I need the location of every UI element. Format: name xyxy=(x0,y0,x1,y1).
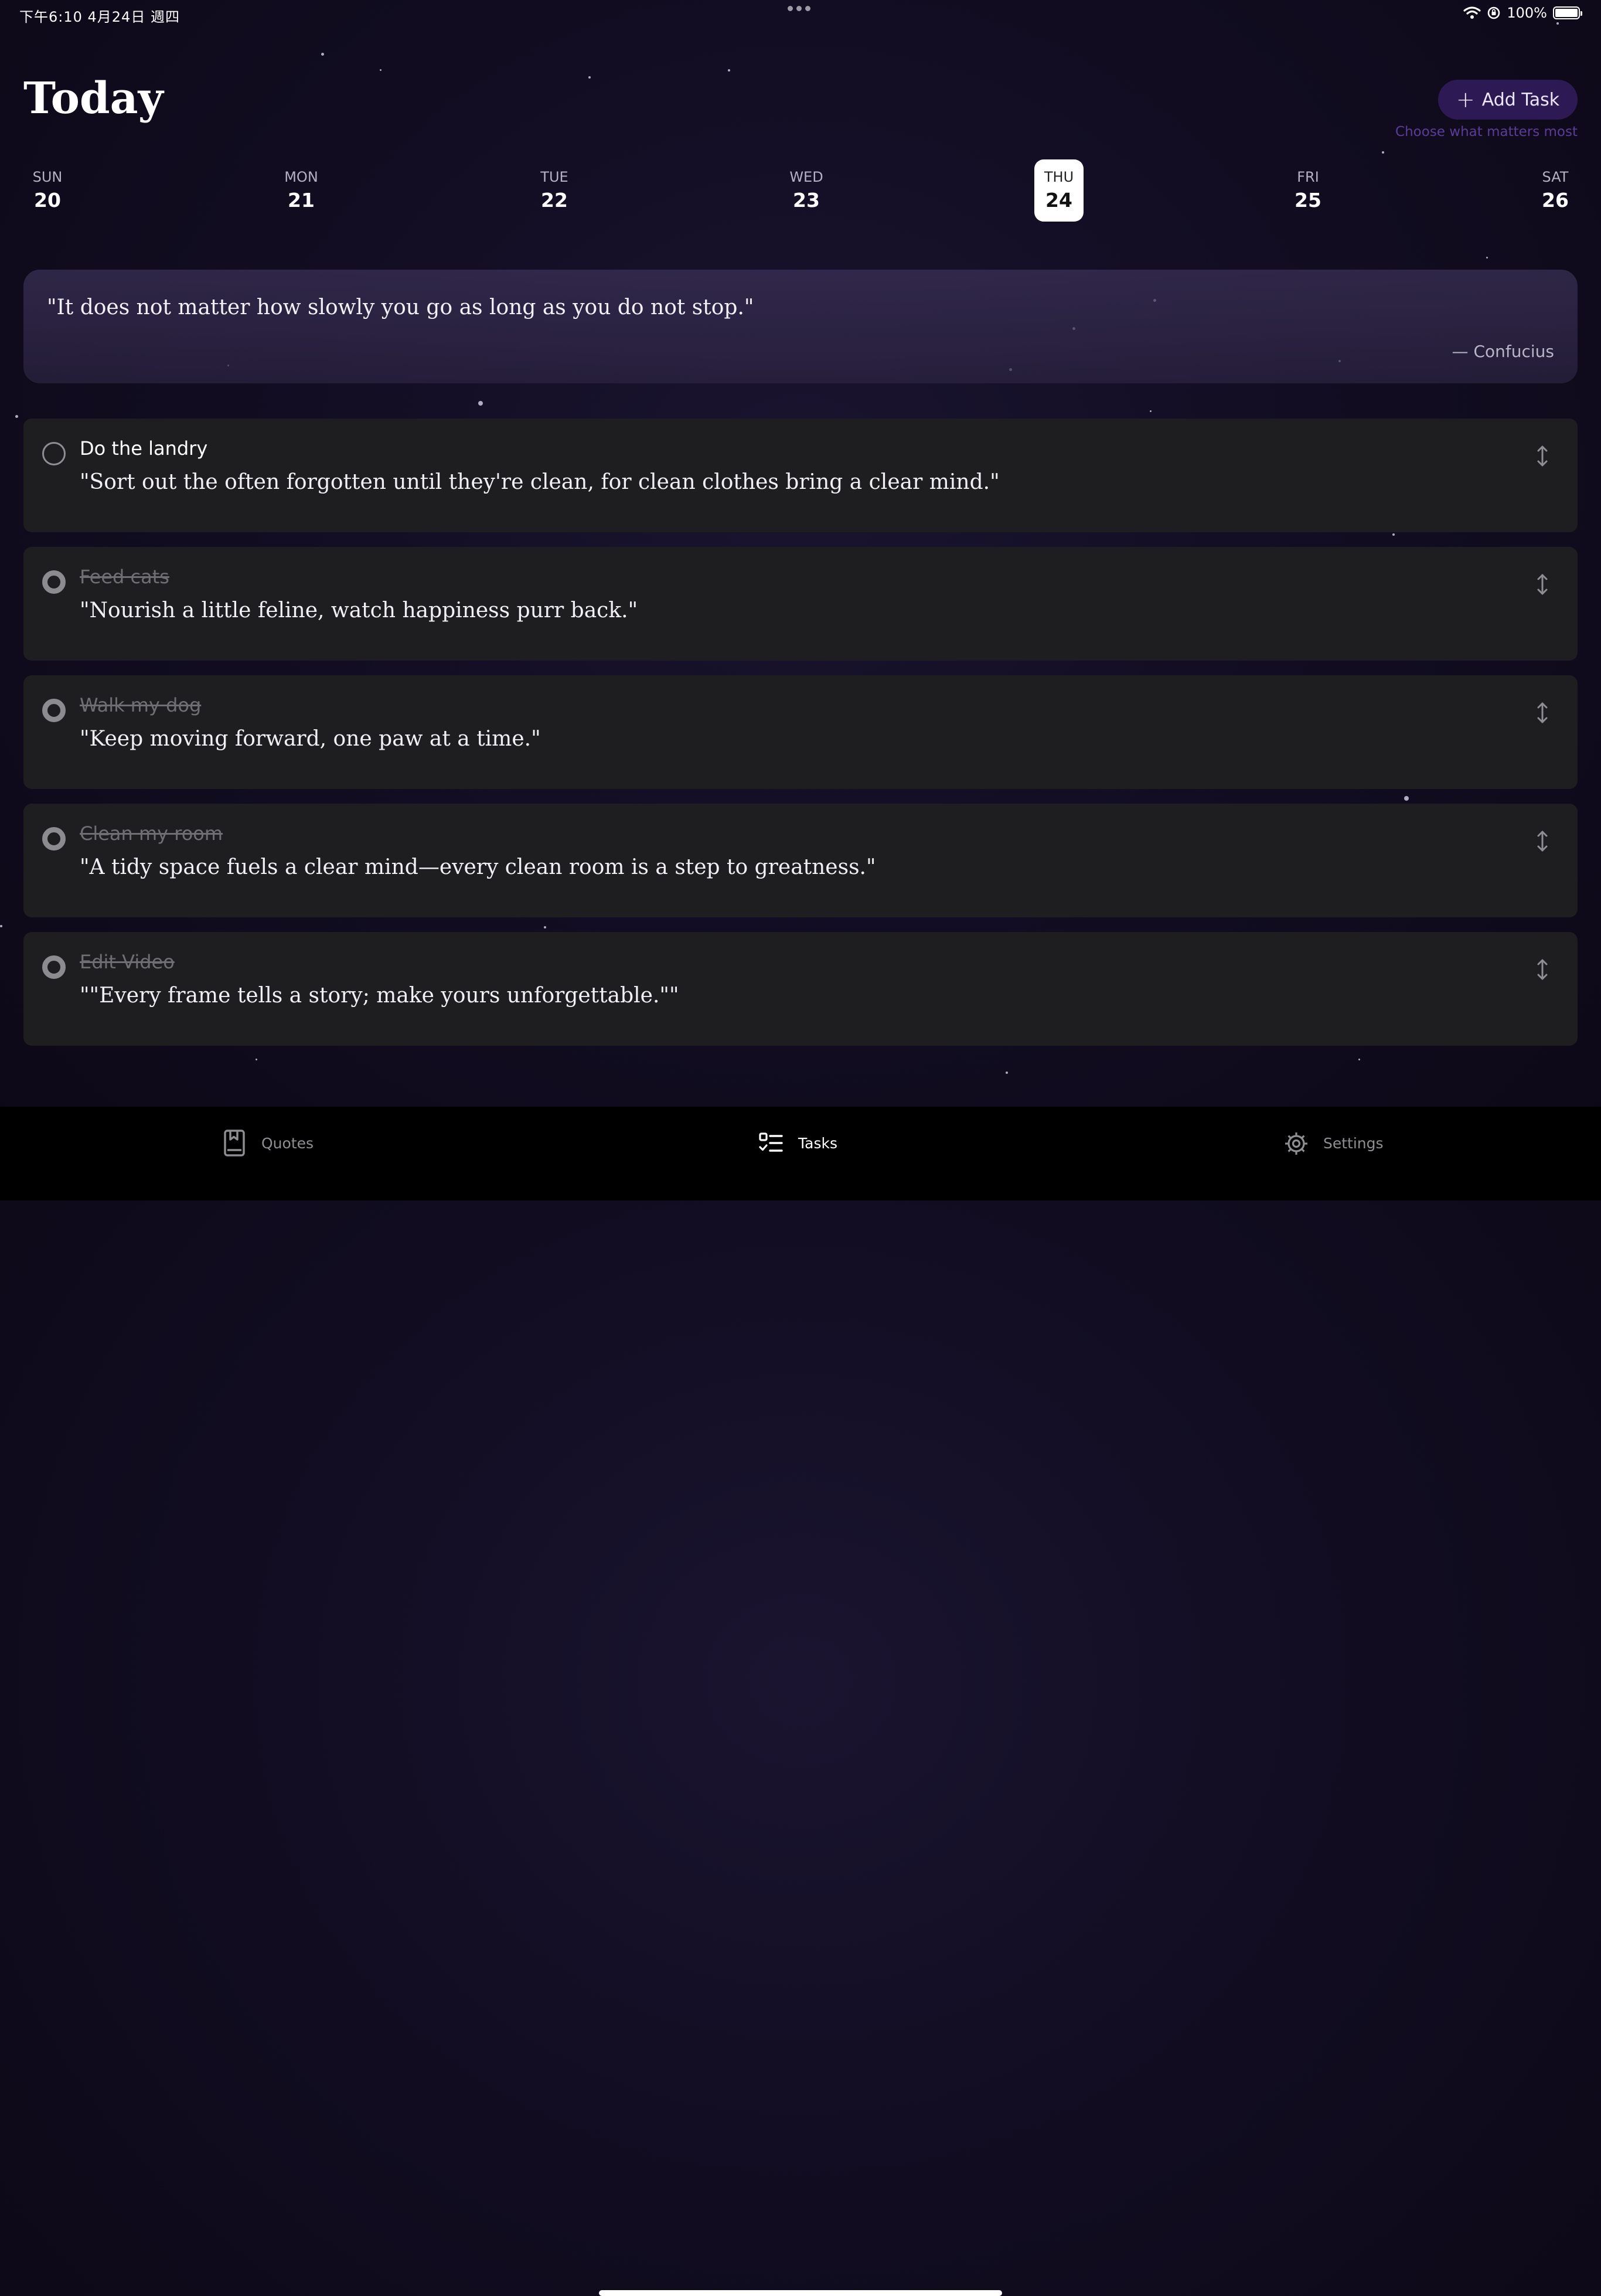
day-number: 24 xyxy=(1045,189,1072,212)
day-thu[interactable]: THU 24 xyxy=(1034,159,1084,222)
daily-quote-card: "It does not matter how slowly you go as… xyxy=(23,270,1578,383)
tab-settings-label: Settings xyxy=(1323,1134,1384,1152)
add-task-label: Add Task xyxy=(1481,89,1560,110)
status-bar: 下午6:10 4月24日 週四 100% xyxy=(0,0,1601,28)
day-name: FRI xyxy=(1297,169,1319,185)
tab-tasks-label: Tasks xyxy=(798,1134,837,1152)
task-checkbox[interactable] xyxy=(42,955,66,979)
wifi-icon xyxy=(1463,6,1481,19)
daily-quote-text: "It does not matter how slowly you go as… xyxy=(47,295,754,319)
task-card[interactable]: Edit Video ""Every frame tells a story; m… xyxy=(23,932,1578,1046)
day-mon[interactable]: MON 21 xyxy=(277,159,326,222)
gear-icon xyxy=(1285,1132,1307,1155)
tagline: Choose what matters most xyxy=(1395,124,1578,140)
multitasking-dots-icon[interactable] xyxy=(788,6,810,11)
task-title: Do the landry xyxy=(80,437,208,460)
day-wed[interactable]: WED 23 xyxy=(782,159,831,222)
day-fri[interactable]: FRI 25 xyxy=(1283,159,1333,222)
task-checkbox[interactable] xyxy=(42,827,66,851)
day-name: WED xyxy=(789,169,823,185)
day-number: 20 xyxy=(34,189,61,212)
reorder-arrows-icon[interactable] xyxy=(1537,701,1548,724)
task-quote: "Sort out the often forgotten until they… xyxy=(80,470,1000,494)
day-sun[interactable]: SUN 20 xyxy=(23,159,72,222)
reorder-arrows-icon[interactable] xyxy=(1537,573,1548,596)
day-name: TUE xyxy=(540,169,568,185)
task-card[interactable]: Do the landry "Sort out the often forgott… xyxy=(23,419,1578,532)
orientation-lock-icon xyxy=(1488,6,1500,19)
day-name: SUN xyxy=(32,169,63,185)
task-quote: "Nourish a little feline, watch happines… xyxy=(80,598,638,623)
plus-icon: + xyxy=(1456,87,1475,113)
checklist-icon xyxy=(759,1132,783,1152)
day-name: SAT xyxy=(1542,169,1569,185)
tab-settings[interactable]: Settings xyxy=(1283,1129,1384,1157)
task-card[interactable]: Feed cats "Nourish a little feline, watch… xyxy=(23,547,1578,661)
reorder-arrows-icon[interactable] xyxy=(1537,958,1548,981)
day-tue[interactable]: TUE 22 xyxy=(530,159,579,222)
task-title: Feed cats xyxy=(80,566,169,588)
day-number: 21 xyxy=(288,189,315,212)
day-number: 22 xyxy=(541,189,568,212)
battery-icon xyxy=(1553,6,1582,19)
task-checkbox[interactable] xyxy=(42,442,66,465)
tab-quotes[interactable]: Quotes xyxy=(222,1129,314,1157)
day-name: THU xyxy=(1044,169,1074,185)
bookmark-book-icon xyxy=(224,1130,245,1156)
task-quote: "Keep moving forward, one paw at a time.… xyxy=(80,727,541,751)
daily-quote-author: — Confucius xyxy=(1452,342,1554,361)
task-title: Walk my dog xyxy=(80,694,202,716)
day-number: 26 xyxy=(1542,189,1569,212)
add-task-button[interactable]: + Add Task xyxy=(1438,80,1578,120)
tab-quotes-label: Quotes xyxy=(261,1134,314,1152)
task-card[interactable]: Clean my room "A tidy space fuels a clear… xyxy=(23,804,1578,917)
task-card[interactable]: Walk my dog "Keep moving forward, one paw… xyxy=(23,675,1578,789)
task-checkbox[interactable] xyxy=(42,570,66,594)
status-indicators: 100% xyxy=(1463,5,1582,21)
day-name: MON xyxy=(284,169,318,185)
task-title: Clean my room xyxy=(80,822,223,845)
tab-bar: Quotes Tasks Settings xyxy=(0,1107,1601,2296)
task-checkbox[interactable] xyxy=(42,699,66,722)
page-title: Today xyxy=(23,73,163,124)
battery-percentage: 100% xyxy=(1507,5,1547,21)
task-quote: "A tidy space fuels a clear mind—every c… xyxy=(80,855,876,879)
task-quote: ""Every frame tells a story; make yours … xyxy=(80,984,679,1008)
task-title: Edit Video xyxy=(80,951,175,973)
day-number: 23 xyxy=(793,189,820,212)
reorder-arrows-icon[interactable] xyxy=(1537,829,1548,853)
home-indicator[interactable] xyxy=(599,2290,1002,2296)
day-sat[interactable]: SAT 26 xyxy=(1531,159,1580,222)
week-strip: SUN 20 MON 21 TUE 22 WED 23 THU 24 FRI 25 SAT 26 xyxy=(0,159,1601,224)
tab-tasks[interactable]: Tasks xyxy=(758,1129,837,1157)
reorder-arrows-icon[interactable] xyxy=(1537,444,1548,468)
status-time-date: 下午6:10 4月24日 週四 xyxy=(19,9,180,25)
day-number: 25 xyxy=(1295,189,1321,212)
